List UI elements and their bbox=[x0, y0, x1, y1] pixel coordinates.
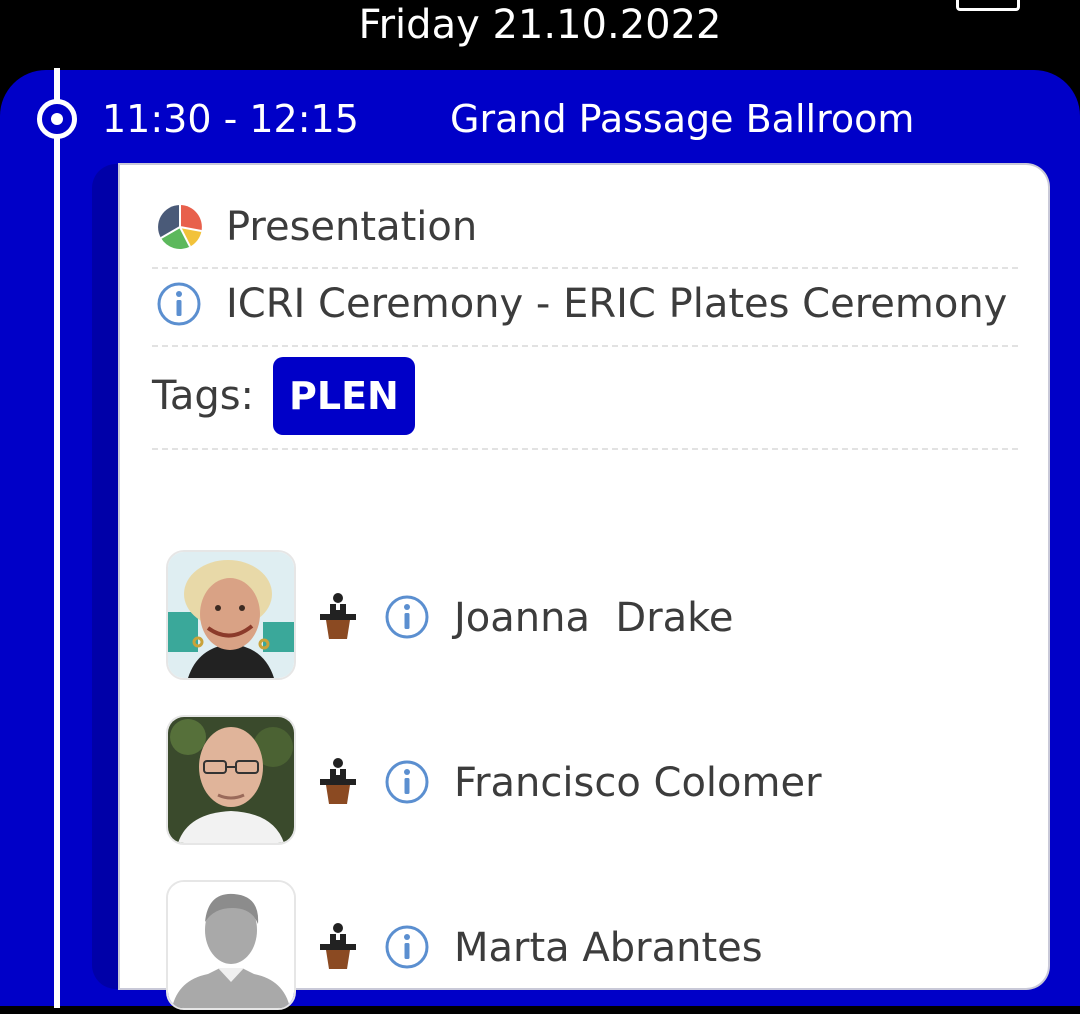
agenda-date: Friday 21.10.2022 bbox=[358, 2, 722, 48]
speaker-name[interactable]: Marta Abrantes bbox=[454, 922, 763, 974]
speaker-avatar[interactable] bbox=[166, 715, 296, 845]
session-card[interactable]: Presentation ICRI Ceremony - ERIC Plates… bbox=[120, 165, 1048, 1010]
status-bar: Friday 21.10.2022 bbox=[0, 0, 1080, 70]
tags-label: Tags: bbox=[152, 373, 255, 419]
session-time: 11:30 - 12:15 bbox=[102, 97, 359, 141]
session-panel: 11:30 - 12:15 Grand Passage Ballroom Pre… bbox=[0, 68, 1080, 1010]
info-icon[interactable] bbox=[384, 924, 430, 970]
tags-row: Tags: PLEN bbox=[152, 357, 1014, 437]
divider bbox=[152, 345, 1018, 347]
info-icon[interactable] bbox=[384, 594, 430, 640]
pie-chart-icon bbox=[158, 205, 202, 249]
podium-speaker-icon bbox=[320, 758, 356, 804]
speaker-name[interactable]: Francisco Colomer bbox=[454, 757, 822, 809]
timeline-marker-icon bbox=[37, 99, 77, 139]
speaker-row[interactable]: Francisco Colomer bbox=[166, 715, 1026, 849]
session-type-row: Presentation bbox=[152, 197, 1014, 257]
session-type: Presentation bbox=[226, 204, 478, 250]
keyboard-icon bbox=[956, 0, 1020, 11]
divider bbox=[152, 267, 1018, 269]
timeline-line bbox=[54, 68, 60, 1008]
podium-speaker-icon bbox=[320, 593, 356, 639]
session-title-row[interactable]: ICRI Ceremony - ERIC Plates Ceremony bbox=[152, 275, 1014, 335]
speaker-row[interactable]: Marta Abrantes bbox=[166, 880, 1026, 1014]
session-room: Grand Passage Ballroom bbox=[450, 97, 915, 141]
speaker-avatar-placeholder[interactable] bbox=[166, 880, 296, 1010]
session-title: ICRI Ceremony - ERIC Plates Ceremony bbox=[226, 281, 1008, 327]
divider bbox=[152, 448, 1018, 450]
speaker-name[interactable]: Joanna Drake bbox=[454, 592, 734, 644]
podium-speaker-icon bbox=[320, 923, 356, 969]
tag-badge[interactable]: PLEN bbox=[273, 357, 415, 435]
speaker-row[interactable]: Joanna Drake bbox=[166, 550, 1026, 684]
info-icon[interactable] bbox=[156, 281, 202, 327]
info-icon[interactable] bbox=[384, 759, 430, 805]
speaker-avatar[interactable] bbox=[166, 550, 296, 680]
